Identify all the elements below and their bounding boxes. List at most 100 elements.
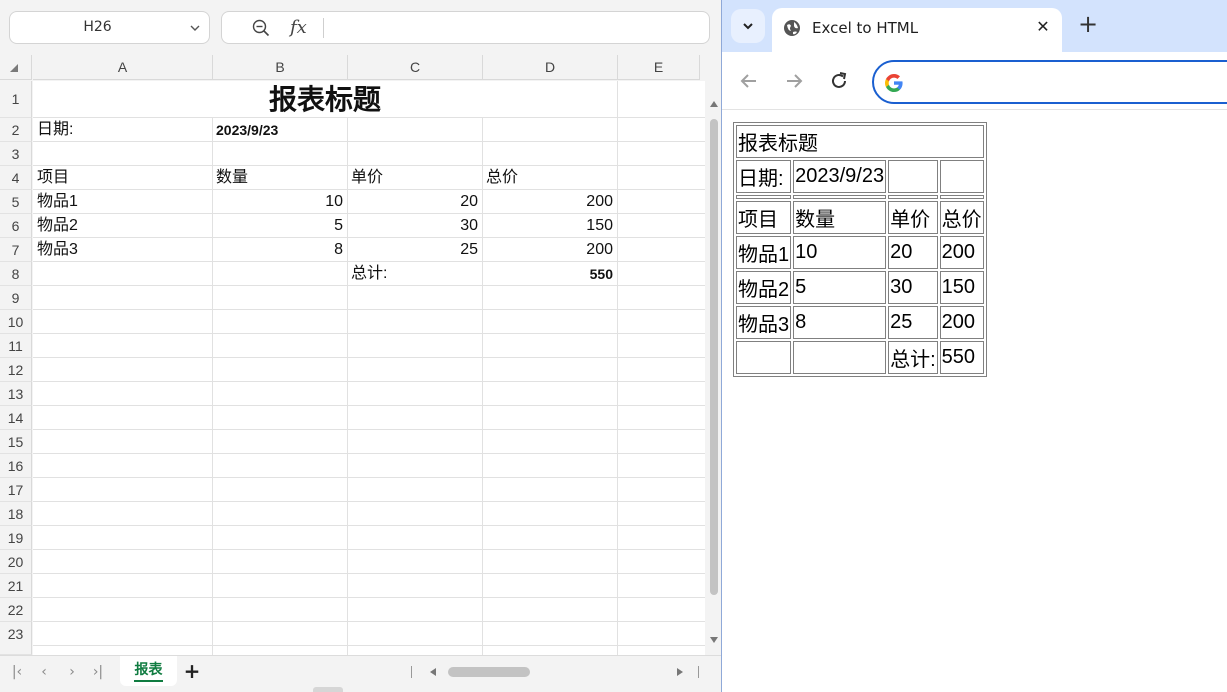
table-cell: 20 [888,236,938,269]
grid-line [33,333,705,334]
browser-toolbar [722,52,1227,110]
add-sheet-button[interactable]: + [183,661,201,681]
chevron-down-icon[interactable] [189,22,201,34]
next-sheet-icon[interactable]: › [63,663,81,681]
item-qty-cell[interactable]: 10 [212,190,347,214]
date-label-cell[interactable]: 日期: [33,118,212,142]
row-header[interactable]: 1 [0,81,32,118]
address-bar[interactable] [872,60,1227,104]
header-qty-cell[interactable]: 数量 [212,166,347,190]
item-name-cell[interactable]: 物品2 [33,214,212,238]
item-qty-cell[interactable]: 8 [212,238,347,262]
row-header[interactable]: 8 [0,262,32,286]
close-icon[interactable]: ✕ [1034,18,1052,36]
column-header-d[interactable]: D [483,55,618,80]
table-empty-cell [736,195,792,199]
row-header[interactable]: 7 [0,238,32,262]
table-date-value: 2023/9/23 [793,160,887,193]
item-price-cell[interactable]: 30 [347,214,482,238]
tab-search-button[interactable] [731,9,765,43]
grid-line [33,477,705,478]
grand-total-value-cell[interactable]: 550 [482,262,617,286]
header-price-cell[interactable]: 单价 [347,166,482,190]
row-header[interactable]: 15 [0,430,32,454]
table-empty-cell [736,341,792,374]
report-title-cell[interactable]: 报表标题 [33,81,617,117]
formula-bar-divider [323,18,324,38]
header-item-cell[interactable]: 项目 [33,166,212,190]
table-title-cell: 报表标题 [736,125,984,158]
zoom-out-icon[interactable] [252,19,270,37]
item-name-cell[interactable]: 物品1 [33,190,212,214]
vertical-scrollbar[interactable] [706,81,721,655]
row-header[interactable]: 14 [0,406,32,430]
scroll-left-icon[interactable] [430,668,436,676]
row-header[interactable]: 3 [0,142,32,166]
column-header-a[interactable]: A [33,55,213,80]
browser-tab-strip: Excel to HTML ✕ + [722,0,1227,52]
horizontal-scroll-thumb[interactable] [448,667,530,677]
row-header[interactable]: 20 [0,550,32,574]
grid-line [33,525,705,526]
table-cell: 物品3 [736,306,792,339]
row-header[interactable]: 4 [0,166,32,190]
column-header-e[interactable]: E [618,55,700,80]
vertical-scroll-thumb[interactable] [710,119,718,595]
row-header[interactable]: 11 [0,334,32,358]
row-header[interactable]: 17 [0,478,32,502]
date-value-cell[interactable]: 2023/9/23 [212,118,347,142]
grid-line [33,381,705,382]
table-total-label: 总计: [888,341,938,374]
grand-total-label-cell[interactable]: 总计: [347,262,482,286]
table-header-cell: 单价 [888,201,938,234]
row-header[interactable]: 9 [0,286,32,310]
forward-icon[interactable] [783,70,805,92]
last-sheet-icon[interactable]: ›| [89,663,107,681]
header-total-cell[interactable]: 总价 [482,166,617,190]
name-box[interactable]: H26 [9,11,210,44]
back-icon[interactable] [738,70,760,92]
row-header[interactable]: 23 [0,622,32,655]
row-header[interactable]: 5 [0,190,32,214]
scroll-up-icon[interactable] [710,101,718,107]
sheet-tab-bar: |‹ ‹ › ›| 报表 + [0,655,721,692]
row-header[interactable]: 21 [0,574,32,598]
new-tab-button[interactable]: + [1077,12,1099,36]
cell-grid[interactable]: 报表标题 日期: 2023/9/23 项目 数量 单价 总价 物品1 10 20… [33,81,705,655]
item-total-cell[interactable]: 200 [482,238,617,262]
item-price-cell[interactable]: 25 [347,238,482,262]
item-price-cell[interactable]: 20 [347,190,482,214]
row-header[interactable]: 16 [0,454,32,478]
grid-line [33,357,705,358]
reload-icon[interactable] [828,70,850,92]
column-header-c[interactable]: C [348,55,483,80]
table-date-label: 日期: [736,160,792,193]
row-header[interactable]: 12 [0,358,32,382]
row-header[interactable]: 19 [0,526,32,550]
first-sheet-icon[interactable]: |‹ [8,663,26,681]
formula-bar[interactable]: fx [221,11,710,44]
scroll-right-icon[interactable] [677,668,683,676]
browser-tab[interactable]: Excel to HTML ✕ [772,8,1062,52]
scroll-down-icon[interactable] [710,637,718,643]
select-all-corner[interactable] [0,55,32,80]
item-total-cell[interactable]: 150 [482,214,617,238]
row-header[interactable]: 18 [0,502,32,526]
item-qty-cell[interactable]: 5 [212,214,347,238]
fx-icon[interactable]: fx [290,17,307,38]
row-header[interactable]: 10 [0,310,32,334]
column-header-b[interactable]: B [213,55,348,80]
grid-line [33,405,705,406]
table-header-cell: 总价 [939,201,984,234]
report-table: 报表标题 日期: 2023/9/23 项目 数量 单价 总价 物品1 10 20… [733,122,987,377]
row-header[interactable]: 13 [0,382,32,406]
item-name-cell[interactable]: 物品3 [33,238,212,262]
row-header[interactable]: 6 [0,214,32,238]
item-total-cell[interactable]: 200 [482,190,617,214]
grid-line [33,645,705,646]
row-header[interactable]: 2 [0,118,32,142]
prev-sheet-icon[interactable]: ‹ [35,663,53,681]
resize-grip[interactable] [313,687,343,692]
name-box-value: H26 [83,19,112,35]
row-header[interactable]: 22 [0,598,32,622]
